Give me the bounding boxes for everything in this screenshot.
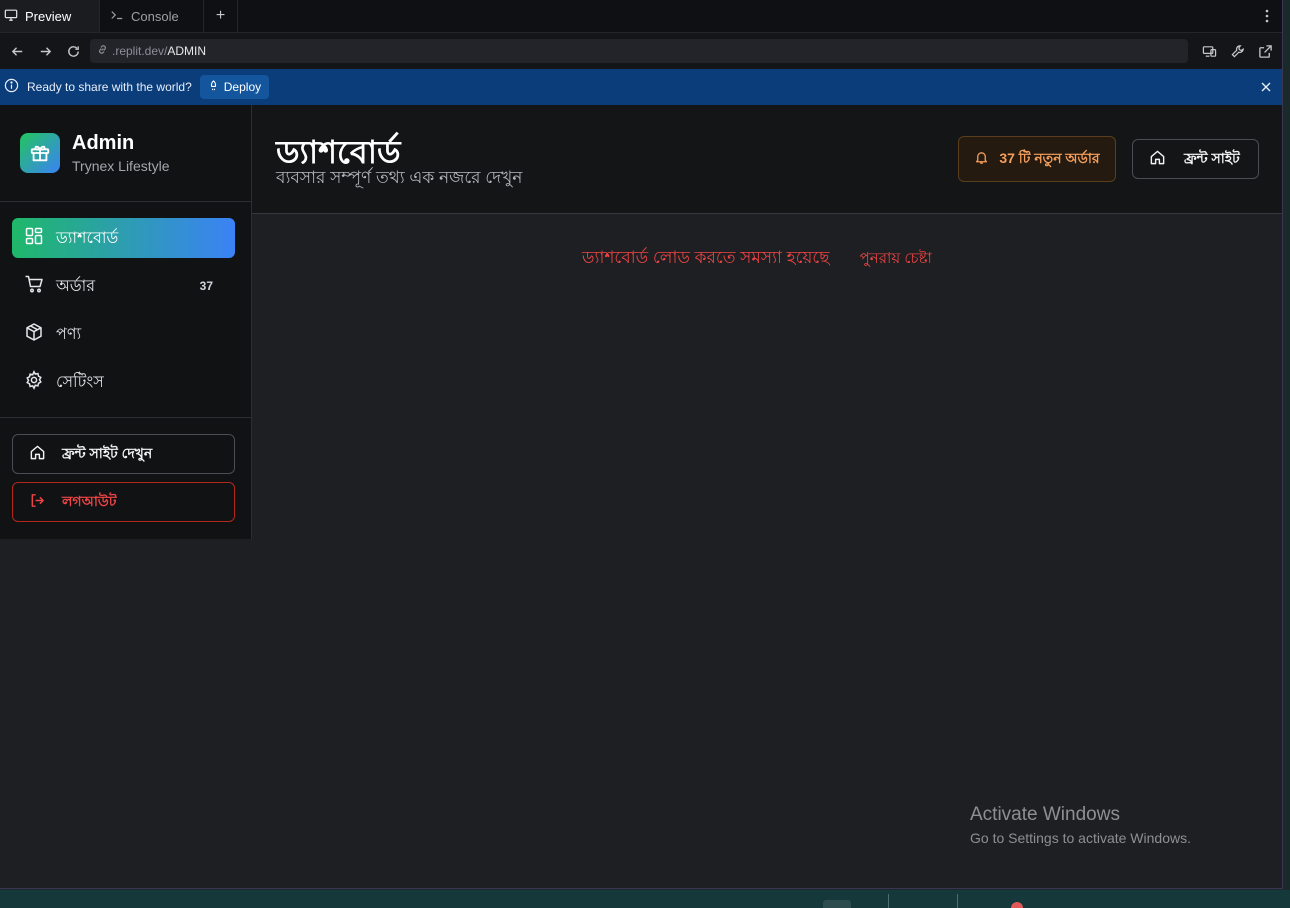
sidebar: Admin Trynex Lifestyle ড্যাশবোর্ড অর্ডার: [0, 105, 252, 539]
activation-watermark: Activate Windows Go to Settings to activ…: [970, 804, 1191, 846]
tab-preview[interactable]: Preview: [0, 0, 100, 32]
sidebar-item-orders[interactable]: অর্ডার 37: [12, 266, 235, 306]
view-front-site-button[interactable]: ফ্রন্ট সাইট দেখুন: [12, 434, 235, 474]
error-panel: ড্যাশবোর্ড লোড করতে সমস্যা হয়েছে পুনরায…: [582, 245, 932, 273]
rocket-icon: [208, 80, 219, 94]
info-icon: [4, 78, 19, 96]
deploy-label: Deploy: [223, 80, 262, 94]
watermark-title: Activate Windows: [970, 804, 1120, 825]
link-icon: [96, 43, 109, 59]
devices-icon[interactable]: [1196, 38, 1222, 64]
brand-title: Admin: [72, 132, 135, 154]
brand-subtitle: Trynex Lifestyle: [72, 158, 170, 174]
tab-console-label: Console: [131, 8, 179, 24]
retry-button[interactable]: পুনরায় চেষ্টা: [860, 247, 932, 272]
main-content: ড্যাশবোর্ড ব্যবসার সম্পূর্ণ তথ্য এক নজরে…: [252, 105, 1282, 888]
cart-icon: [24, 274, 44, 299]
sidebar-item-label: সেটিংস: [56, 373, 104, 391]
gift-icon: [20, 133, 60, 173]
logout-label: লগআউট: [62, 493, 117, 509]
box-icon: [24, 322, 44, 347]
close-icon[interactable]: [1254, 81, 1278, 93]
sidebar-item-label: অর্ডার: [56, 277, 96, 295]
sidebar-item-label: ড্যাশবোর্ড: [56, 229, 119, 247]
view-front-site-label: ফ্রন্ট সাইট দেখুন: [62, 445, 153, 461]
taskbar-item[interactable]: [823, 900, 851, 908]
orders-count-badge: 37: [199, 279, 213, 293]
taskbar: [0, 890, 1290, 908]
admin-app: Admin Trynex Lifestyle ড্যাশবোর্ড অর্ডার: [0, 105, 1282, 888]
url-field[interactable]: .replit.dev/ADMIN: [90, 39, 1188, 63]
sidebar-nav: ড্যাশবোর্ড অর্ডার 37 পণ্য সেটিংস: [0, 202, 251, 418]
new-orders-label: 37 টি নতুন অর্ডার: [999, 150, 1100, 166]
back-icon[interactable]: [4, 38, 30, 64]
open-external-icon[interactable]: [1252, 38, 1278, 64]
front-site-label: ফ্রন্ট সাইট: [1184, 150, 1240, 166]
page-subtitle: ব্যবসার সম্পূর্ণ তথ্য এক নজরে দেখুন: [276, 168, 523, 187]
sidebar-item-products[interactable]: পণ্য: [12, 314, 235, 354]
browser-window: Preview Console + .replit.dev/ADMIN Read…: [0, 0, 1283, 889]
deploy-button[interactable]: Deploy: [199, 75, 270, 99]
tab-preview-label: Preview: [25, 8, 72, 24]
taskbar-divider: [957, 894, 958, 908]
banner-text: Ready to share with the world?: [27, 80, 192, 94]
home-icon: [1149, 149, 1166, 169]
sidebar-item-settings[interactable]: সেটিংস: [12, 362, 235, 402]
taskbar-divider: [888, 894, 889, 908]
page-header: ড্যাশবোর্ড ব্যবসার সম্পূর্ণ তথ্য এক নজরে…: [252, 105, 1282, 214]
tab-console[interactable]: Console: [100, 0, 204, 32]
taskbar-app-icon[interactable]: [1011, 902, 1023, 908]
url-domain: .replit.dev/: [112, 44, 168, 58]
more-options-icon[interactable]: [1252, 0, 1282, 32]
dashboard-grid-icon: [24, 226, 44, 251]
bell-icon: [974, 150, 989, 168]
logout-icon: [29, 492, 46, 512]
deploy-banner: Ready to share with the world? Deploy: [0, 69, 1282, 105]
monitor-icon: [4, 8, 18, 25]
reload-icon[interactable]: [60, 38, 86, 64]
watermark-subtitle: Go to Settings to activate Windows.: [970, 830, 1191, 846]
home-icon: [29, 444, 46, 464]
error-message: ড্যাশবোর্ড লোড করতে সমস্যা হয়েছে: [582, 248, 830, 267]
terminal-icon: [110, 8, 124, 25]
address-bar: .replit.dev/ADMIN: [0, 33, 1282, 69]
front-site-button[interactable]: ফ্রন্ট সাইট: [1132, 139, 1259, 179]
brand: Admin Trynex Lifestyle: [0, 105, 251, 202]
gear-icon: [24, 369, 44, 395]
url-path: ADMIN: [167, 44, 207, 58]
new-orders-button[interactable]: 37 টি নতুন অর্ডার: [958, 136, 1116, 182]
new-tab-button[interactable]: +: [204, 0, 238, 32]
logout-button[interactable]: লগআউট: [12, 482, 235, 522]
sidebar-item-dashboard[interactable]: ড্যাশবোর্ড: [12, 218, 235, 258]
sidebar-item-label: পণ্য: [56, 325, 82, 343]
wrench-icon[interactable]: [1224, 38, 1250, 64]
tab-bar: Preview Console +: [0, 0, 1282, 33]
sidebar-actions: ফ্রন্ট সাইট দেখুন লগআউট: [0, 418, 251, 522]
forward-icon[interactable]: [32, 38, 58, 64]
